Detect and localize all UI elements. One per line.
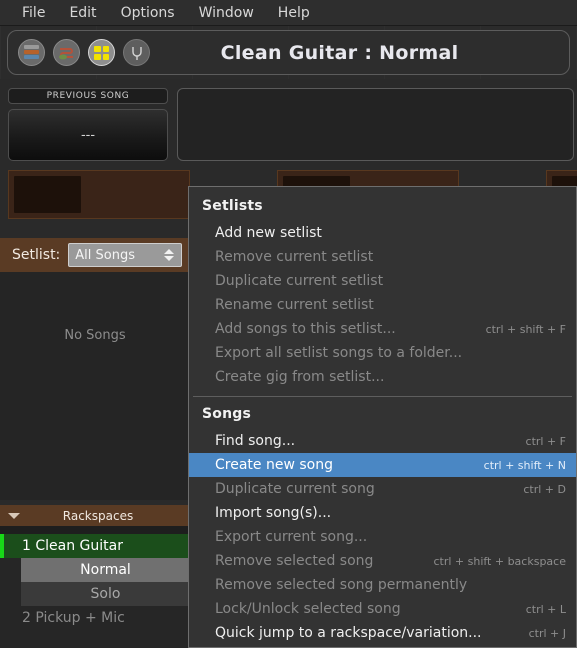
menu-bar: File Edit Options Window Help [0, 0, 577, 26]
variation-strip[interactable] [8, 170, 190, 219]
page-title: Clean Guitar : Normal [220, 41, 459, 64]
menu-item-label: Create new song [215, 457, 333, 473]
menu-item-label: Import song(s)... [215, 505, 332, 521]
rackspace-view-icon[interactable] [18, 39, 45, 66]
menu-item-label: Add songs to this setlist... [215, 321, 396, 337]
song-list-empty-text: No Songs [64, 328, 126, 343]
menu-item-label: Create gig from setlist... [215, 369, 385, 385]
variation-row-normal[interactable]: Normal [21, 558, 190, 582]
chevron-updown-icon [161, 249, 177, 261]
menu-item-label: Remove selected song permanently [215, 577, 468, 593]
application-window: File Edit Options Window Help Clean Guit… [0, 0, 577, 648]
menu-item-label: Export current song... [215, 529, 368, 545]
menu-group-title-setlists: Setlists [202, 198, 263, 214]
menu-item-import-songs[interactable]: Import song(s)... [189, 501, 576, 525]
menu-item-label: Export all setlist songs to a folder... [215, 345, 463, 361]
menu-group-title-songs: Songs [202, 406, 252, 422]
menu-item-file[interactable]: File [10, 2, 57, 24]
menu-item-duplicate-current-song[interactable]: Duplicate current song ctrl + D [189, 477, 576, 501]
variation-label: Solo [90, 586, 121, 602]
menu-item-rename-current-setlist[interactable]: Rename current setlist [189, 293, 576, 317]
menu-item-shortcut: ctrl + F [525, 434, 566, 448]
song-detail-panel [177, 88, 574, 161]
menu-item-lock-unlock-selected-song[interactable]: Lock/Unlock selected song ctrl + L [189, 597, 576, 621]
context-menu: Setlists Add new setlist Remove current … [188, 186, 577, 648]
menu-item-create-new-song[interactable]: Create new song ctrl + shift + N [189, 453, 576, 477]
menu-item-label: Rename current setlist [215, 297, 374, 313]
rackspace-label: 2 Pickup + Mic [22, 610, 125, 626]
menu-item-label: Lock/Unlock selected song [215, 601, 401, 617]
menu-item-help[interactable]: Help [266, 2, 322, 24]
menu-item-remove-selected-song-permanently[interactable]: Remove selected song permanently [189, 573, 576, 597]
rackspaces-header-shadow [0, 526, 190, 534]
menu-item-label: Remove current setlist [215, 249, 374, 265]
setlist-bar: Setlist: All Songs [0, 238, 190, 272]
menu-item-find-song[interactable]: Find song... ctrl + F [189, 429, 576, 453]
menu-item-quick-jump-rackspace-variation[interactable]: Quick jump to a rackspace/variation... c… [189, 621, 576, 645]
wiring-glyph [59, 47, 73, 59]
variation-row-solo[interactable]: Solo [21, 582, 190, 606]
rackspaces-list: 1 Clean Guitar Normal Solo 2 Pickup + Mi… [0, 534, 190, 648]
rackspace-label: 1 Clean Guitar [22, 538, 123, 554]
setlist-select[interactable]: All Songs [68, 243, 183, 267]
tuner-icon[interactable] [123, 39, 150, 66]
menu-item-shortcut: ctrl + D [523, 482, 566, 496]
menu-separator [193, 396, 572, 397]
menu-item-options[interactable]: Options [109, 2, 187, 24]
menu-item-edit[interactable]: Edit [57, 2, 108, 24]
tuning-fork-glyph [131, 46, 142, 60]
stacked-bars-glyph [24, 44, 39, 61]
menu-item-remove-selected-song[interactable]: Remove selected song ctrl + shift + back… [189, 549, 576, 573]
rackspaces-title: Rackspaces [62, 508, 134, 523]
menu-item-shortcut: ctrl + shift + N [483, 458, 566, 472]
panels-view-icon[interactable] [88, 39, 115, 66]
grid-glyph [94, 45, 109, 60]
menu-item-window[interactable]: Window [187, 2, 266, 24]
menu-item-label: Duplicate current song [215, 481, 375, 497]
menu-item-remove-current-setlist[interactable]: Remove current setlist [189, 245, 576, 269]
menu-item-export-current-song[interactable]: Export current song... [189, 525, 576, 549]
setlist-select-value: All Songs [75, 247, 135, 263]
toolbar-icon-group [18, 39, 150, 66]
chevron-down-icon[interactable] [8, 512, 20, 519]
variation-label: Normal [80, 562, 131, 578]
setlist-label: Setlist: [12, 247, 61, 263]
menu-item-add-new-setlist[interactable]: Add new setlist [189, 221, 576, 245]
menu-item-shortcut: ctrl + J [528, 626, 566, 640]
previous-song-button[interactable]: PREVIOUS SONG [8, 88, 168, 104]
rackspaces-header[interactable]: Rackspaces [0, 505, 190, 526]
rackspace-row-clean-guitar[interactable]: 1 Clean Guitar [0, 534, 190, 558]
variation-thumb [14, 176, 81, 213]
main-toolbar: Clean Guitar : Normal [7, 30, 570, 75]
wiring-view-icon[interactable] [53, 39, 80, 66]
song-list[interactable] [0, 272, 190, 500]
menu-item-create-gig-from-setlist[interactable]: Create gig from setlist... [189, 365, 576, 389]
menu-item-label: Remove selected song [215, 553, 374, 569]
menu-item-duplicate-current-setlist[interactable]: Duplicate current setlist [189, 269, 576, 293]
menu-item-shortcut: ctrl + L [525, 602, 566, 616]
menu-item-add-songs-to-this-setlist[interactable]: Add songs to this setlist... ctrl + shif… [189, 317, 576, 341]
menu-item-label: Find song... [215, 433, 296, 449]
menu-item-shortcut: ctrl + shift + F [485, 322, 566, 336]
menu-item-label: Quick jump to a rackspace/variation... [215, 625, 482, 641]
menu-item-shortcut: ctrl + shift + backspace [433, 554, 566, 568]
menu-item-export-all-setlist-songs[interactable]: Export all setlist songs to a folder... [189, 341, 576, 365]
current-song-display[interactable]: --- [8, 109, 168, 161]
rackspace-row-pickup-mic[interactable]: 2 Pickup + Mic [0, 606, 190, 630]
menu-item-label: Duplicate current setlist [215, 273, 384, 289]
menu-item-label: Add new setlist [215, 225, 322, 241]
